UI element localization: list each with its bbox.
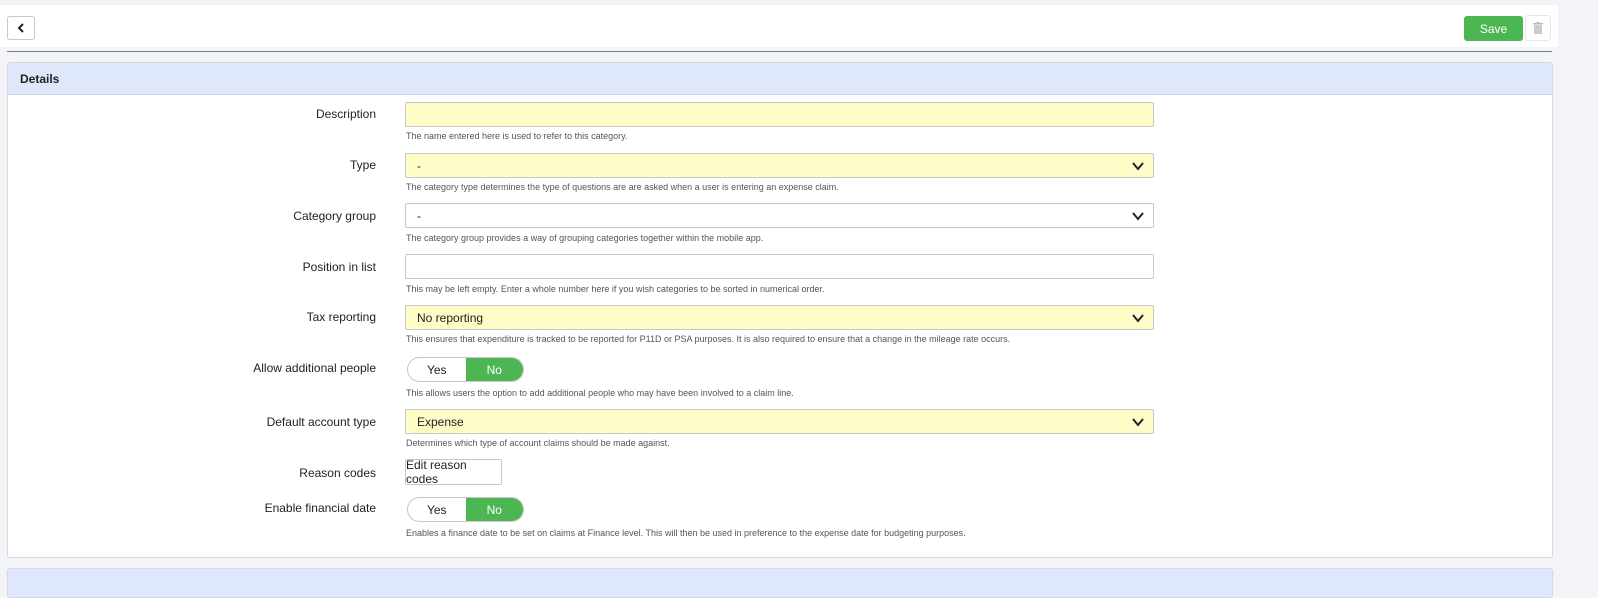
chevron-down-icon	[1132, 314, 1144, 323]
chevron-down-icon	[1132, 162, 1144, 171]
tax-reporting-label: Tax reporting	[306, 310, 376, 324]
reason-codes-label: Reason codes	[299, 466, 376, 480]
toggle-no[interactable]: No	[465, 358, 523, 381]
position-label: Position in list	[302, 260, 376, 274]
back-button[interactable]	[7, 16, 35, 40]
type-label: Type	[349, 158, 376, 172]
chevron-left-icon	[17, 23, 24, 33]
delete-button[interactable]	[1525, 15, 1551, 41]
financial-date-toggle[interactable]: Yes No	[407, 497, 524, 522]
type-value: -	[417, 158, 421, 173]
position-input[interactable]	[405, 254, 1154, 279]
category-group-hint: The category group provides a way of gro…	[406, 233, 764, 243]
chevron-down-icon	[1132, 418, 1144, 427]
description-hint: The name entered here is used to refer t…	[406, 131, 628, 141]
description-label: Description	[315, 107, 376, 121]
save-button[interactable]: Save	[1464, 16, 1523, 41]
type-hint: The category type determines the type of…	[406, 182, 839, 192]
category-group-select[interactable]: -	[405, 203, 1154, 228]
type-select[interactable]: -	[405, 153, 1154, 178]
trash-icon	[1533, 22, 1543, 34]
account-type-select[interactable]: Expense	[405, 409, 1154, 434]
toggle-yes[interactable]: Yes	[408, 498, 466, 521]
tax-reporting-select[interactable]: No reporting	[405, 305, 1154, 330]
position-hint: This may be left empty. Enter a whole nu…	[406, 284, 825, 294]
tax-reporting-value: No reporting	[417, 310, 484, 325]
account-type-hint: Determines which type of account claims …	[406, 438, 670, 448]
toggle-no[interactable]: No	[465, 498, 523, 521]
toggle-yes[interactable]: Yes	[408, 358, 466, 381]
financial-date-hint: Enables a finance date to be set on clai…	[406, 528, 966, 538]
description-input[interactable]	[405, 102, 1154, 127]
edit-reason-codes-button[interactable]: Edit reason codes	[405, 458, 502, 486]
section-title: Details	[8, 63, 1552, 95]
account-type-label: Default account type	[266, 415, 376, 429]
allow-people-hint: This allows users the option to add addi…	[406, 388, 794, 398]
chevron-down-icon	[1132, 212, 1144, 221]
tax-reporting-hint: This ensures that expenditure is tracked…	[406, 334, 1011, 344]
account-type-value: Expense	[417, 414, 464, 429]
allow-people-toggle[interactable]: Yes No	[407, 357, 524, 382]
category-group-value: -	[417, 208, 421, 223]
toolbar-divider	[7, 51, 1552, 52]
top-toolbar	[0, 5, 1558, 47]
allow-people-label: Allow additional people	[253, 361, 376, 375]
next-section-header	[7, 568, 1553, 598]
category-group-label: Category group	[293, 209, 376, 223]
financial-date-label: Enable financial date	[264, 501, 376, 515]
